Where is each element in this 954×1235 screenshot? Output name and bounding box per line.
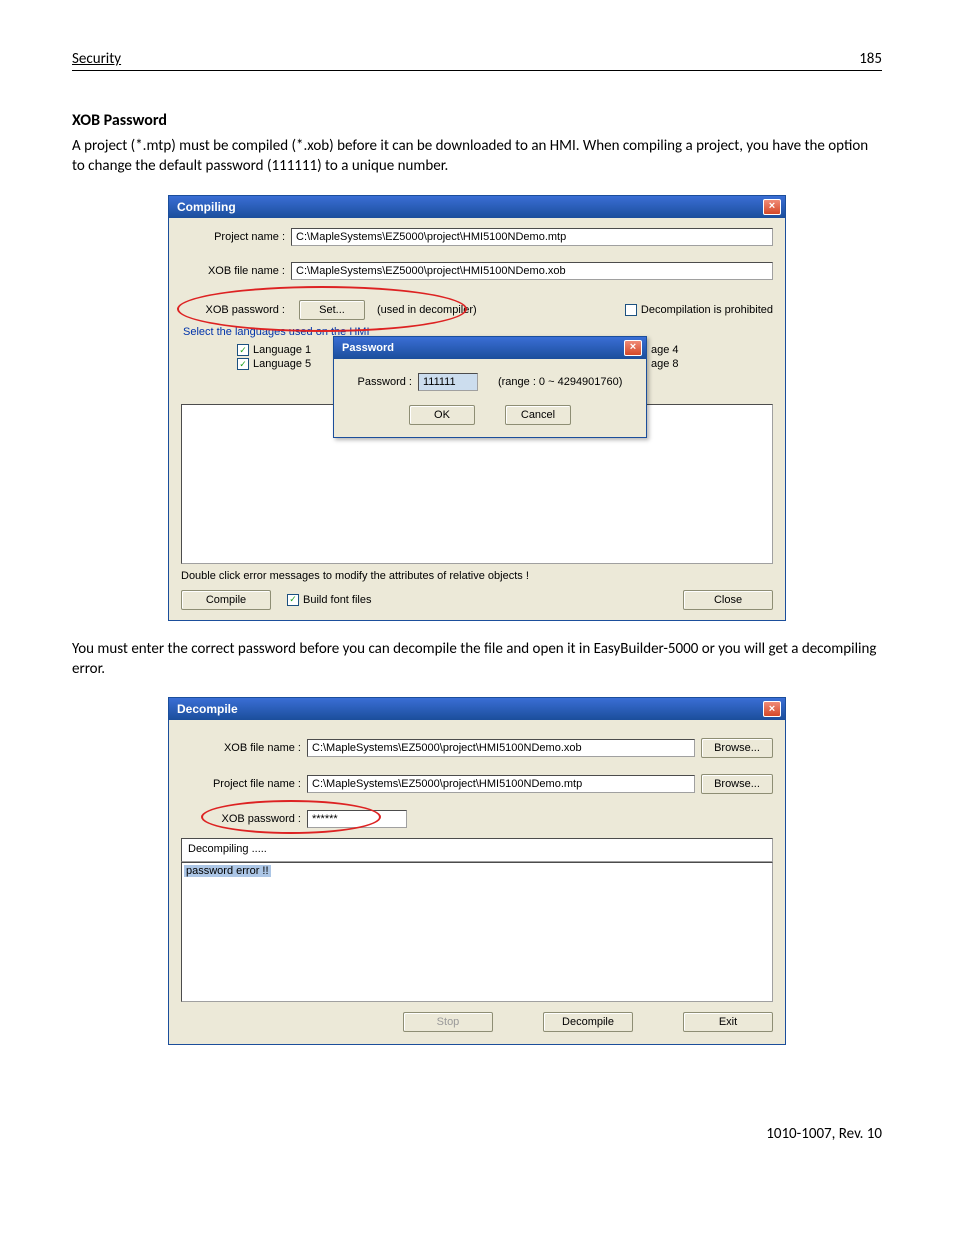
project-name-input[interactable] [291, 228, 773, 246]
language-5-label: Language 5 [253, 358, 311, 370]
language-1-checkbox[interactable]: ✓ Language 1 [237, 344, 311, 356]
compiling-titlebar: Compiling × [169, 196, 785, 218]
build-font-files-label: Build font files [303, 594, 371, 606]
decompile-xob-label: XOB file name : [181, 742, 301, 754]
decompilation-prohibited-checkbox[interactable]: Decompilation is prohibited [625, 304, 773, 316]
close-button[interactable]: Close [683, 590, 773, 610]
language-4-partial-label: age 4 [651, 344, 679, 356]
checkbox-checked-icon: ✓ [237, 344, 249, 356]
decompile-title: Decompile [177, 702, 238, 716]
close-icon[interactable]: × [624, 340, 642, 356]
decompile-button[interactable]: Decompile [543, 1012, 633, 1032]
close-icon[interactable]: × [763, 701, 781, 717]
section-title: XOB Password [72, 111, 882, 130]
password-dialog-title: Password [342, 342, 394, 354]
intro-paragraph: A project (*.mtp) must be compiled (*.xo… [72, 136, 882, 177]
cancel-button[interactable]: Cancel [505, 405, 571, 425]
xob-file-input[interactable] [291, 262, 773, 280]
password-field-label: Password : [358, 376, 412, 388]
header-section: Security [72, 50, 121, 68]
used-in-decompiler-note: (used in decompiler) [377, 304, 477, 316]
set-password-button[interactable]: Set... [299, 300, 365, 320]
exit-button[interactable]: Exit [683, 1012, 773, 1032]
password-input[interactable] [418, 373, 478, 391]
decompile-xob-input[interactable] [307, 739, 695, 757]
decompile-project-input[interactable] [307, 775, 695, 793]
language-1-label: Language 1 [253, 344, 311, 356]
page-footer: 1010-1007, Rev. 10 [72, 1125, 882, 1143]
decompile-project-label: Project file name : [181, 778, 301, 790]
build-font-files-checkbox[interactable]: ✓ Build font files [287, 594, 371, 606]
decompile-password-input[interactable] [307, 810, 407, 828]
xob-file-label: XOB file name : [181, 265, 291, 277]
second-paragraph: You must enter the correct password befo… [72, 639, 882, 680]
language-8-partial-label: age 8 [651, 358, 679, 370]
checkbox-checked-icon: ✓ [287, 594, 299, 606]
project-name-label: Project name : [181, 231, 291, 243]
decompilation-prohibited-label: Decompilation is prohibited [641, 304, 773, 316]
password-error-item[interactable]: password error !! [184, 865, 271, 877]
password-range-note: (range : 0 ~ 4294901760) [498, 376, 622, 388]
compiling-window: Compiling × Project name : XOB file name… [168, 195, 786, 621]
decompile-password-label: XOB password : [181, 813, 301, 825]
decompile-window: Decompile × XOB file name : Browse... Pr… [168, 697, 786, 1045]
password-dialog: Password × Password : (range : 0 ~ 42949… [333, 336, 647, 438]
xob-password-label: XOB password : [181, 304, 291, 316]
browse-xob-button[interactable]: Browse... [701, 738, 773, 758]
close-icon[interactable]: × [763, 199, 781, 215]
decompile-status: Decompiling ..... [181, 838, 773, 862]
stop-button: Stop [403, 1012, 493, 1032]
compile-button[interactable]: Compile [181, 590, 271, 610]
compiling-title: Compiling [177, 200, 236, 214]
decompile-titlebar: Decompile × [169, 698, 785, 720]
checkbox-checked-icon: ✓ [237, 358, 249, 370]
language-5-checkbox[interactable]: ✓ Language 5 [237, 358, 311, 370]
checkbox-empty-icon [625, 304, 637, 316]
decompile-log: password error !! [181, 862, 773, 1002]
browse-project-button[interactable]: Browse... [701, 774, 773, 794]
password-dialog-titlebar: Password × [334, 337, 646, 359]
header-page-number: 185 [859, 50, 882, 68]
double-click-note: Double click error messages to modify th… [181, 570, 773, 582]
ok-button[interactable]: OK [409, 405, 475, 425]
page-header: Security 185 [72, 50, 882, 71]
